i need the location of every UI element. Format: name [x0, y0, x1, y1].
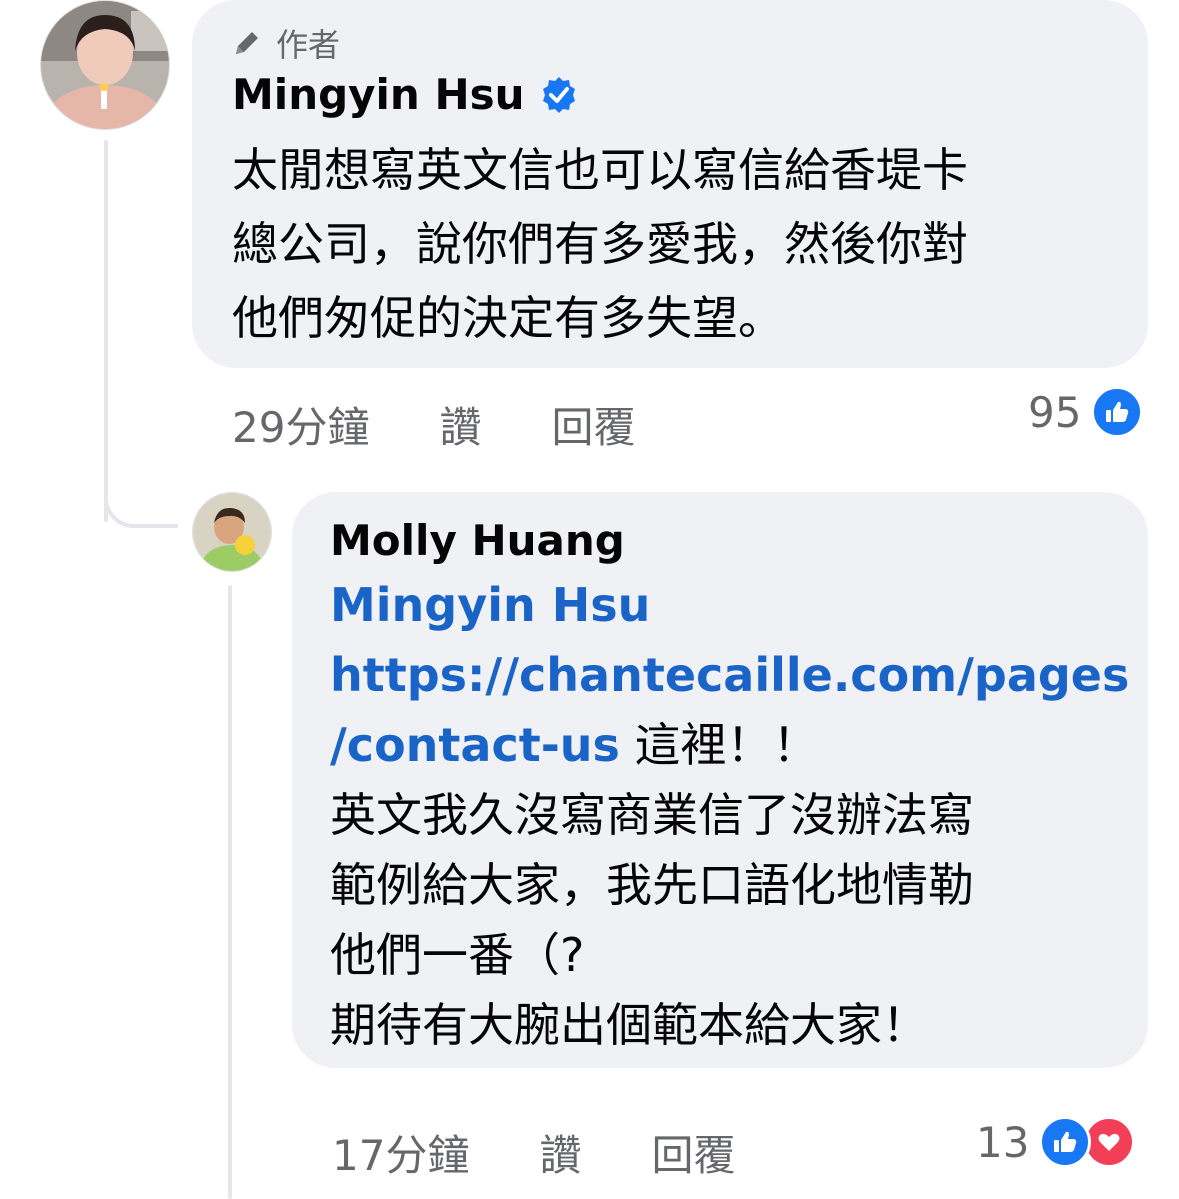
- reply-reactions[interactable]: 13: [976, 1116, 1136, 1168]
- like-button[interactable]: 讚: [439, 394, 481, 455]
- reply-button[interactable]: 回覆: [651, 1122, 735, 1183]
- commenter-name-text[interactable]: Mingyin Hsu: [232, 70, 525, 119]
- comment-timestamp[interactable]: 29分鐘: [232, 394, 369, 455]
- reply-timestamp[interactable]: 17分鐘: [332, 1122, 469, 1183]
- profile-photo: [41, 1, 169, 129]
- reply-line: 期待有大腕出個範本給大家！: [330, 998, 928, 1052]
- like-icon: [1091, 386, 1144, 438]
- profile-photo: [193, 493, 271, 571]
- reply-line: 英文我久沒寫商業信了沒辦法寫: [330, 788, 974, 842]
- comment-text: 太閒想寫英文信也可以寫信給香堤卡 總公司，說你們有多愛我，然後你對 他們匆促的決…: [232, 133, 968, 355]
- reply-inline-text: 這裡！！: [619, 718, 819, 772]
- reaction-count: 13: [976, 1117, 1030, 1167]
- comment-line: 他們匆促的決定有多失望。: [232, 291, 784, 345]
- verified-badge-icon: [542, 76, 575, 113]
- url-link-part2[interactable]: /contact-us: [330, 718, 620, 772]
- love-icon: [1083, 1116, 1136, 1168]
- reply-line: 範例給大家，我先口語化地情勒: [330, 858, 974, 912]
- reply-text: Mingyin Hsu https://chantecaille.com/pag…: [330, 570, 1129, 1060]
- like-icon: [1039, 1116, 1092, 1168]
- avatar-molly-huang[interactable]: [192, 492, 272, 572]
- reply-bubble: Molly Huang Mingyin Hsu https://chanteca…: [292, 492, 1148, 1068]
- thread-connector-curve: [104, 490, 178, 528]
- thread-connector-vertical: [104, 140, 108, 522]
- avatar-mingyin-hsu[interactable]: [40, 0, 170, 130]
- comment-line: 總公司，說你們有多愛我，然後你對: [232, 217, 968, 271]
- like-button[interactable]: 讚: [539, 1122, 581, 1183]
- pencil-icon: [236, 32, 258, 54]
- reaction-count: 95: [1028, 387, 1082, 437]
- comment-bubble: 作者 Mingyin Hsu 太閒想寫英文信也可以寫信給香堤卡 總公司，說你們有…: [192, 0, 1148, 368]
- author-badge: 作者: [232, 20, 340, 66]
- comment-actions: 29分鐘 讚 回覆: [232, 394, 635, 455]
- comment-reactions[interactable]: 95: [1028, 386, 1144, 438]
- reply-line: 他們一番（?: [330, 928, 585, 982]
- reply-actions: 17分鐘 讚 回覆: [332, 1122, 735, 1183]
- comment-line: 太閒想寫英文信也可以寫信給香堤卡: [232, 143, 968, 197]
- author-badge-label: 作者: [276, 26, 341, 64]
- mention-link[interactable]: Mingyin Hsu: [330, 570, 1129, 640]
- reply-thread-line: [228, 585, 232, 1199]
- url-link-part1[interactable]: https://chantecaille.com/pages: [330, 640, 1129, 710]
- reply-button[interactable]: 回覆: [551, 394, 635, 455]
- reply-line-with-link: /contact-us 這裡！！: [330, 710, 1129, 780]
- commenter-name[interactable]: Mingyin Hsu: [232, 70, 579, 119]
- replier-name[interactable]: Molly Huang: [330, 516, 625, 565]
